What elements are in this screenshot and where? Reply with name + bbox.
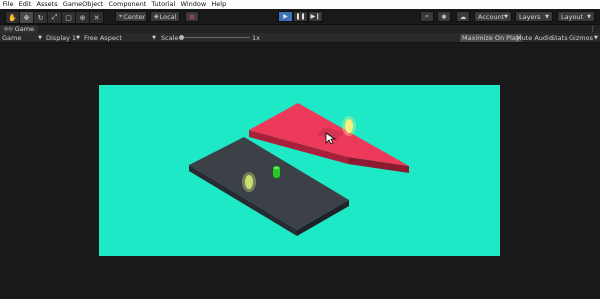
layers-label: Layers: [519, 12, 541, 21]
cloud-button[interactable]: ☁: [456, 11, 470, 22]
gamepad-icon: ◎◎: [4, 26, 13, 32]
menu-component[interactable]: Component: [106, 0, 149, 9]
maximize-label: Maximize On Play: [462, 33, 520, 42]
scale-slider-handle[interactable]: [179, 34, 184, 40]
snap-grid-button[interactable]: ⊞: [185, 11, 199, 22]
collab-button[interactable]: ✺: [437, 11, 451, 22]
aspect-label: Free Aspect: [84, 33, 122, 42]
layers-dropdown[interactable]: Layers ▼: [515, 11, 553, 22]
hand-tool-icon[interactable]: ✋: [6, 12, 20, 23]
menu-edit[interactable]: Edit: [16, 0, 34, 9]
display-dropdown[interactable]: Display 1 ▼: [46, 33, 80, 42]
grid-snap-icon: ⊞: [189, 12, 195, 21]
move-tool-icon[interactable]: ✥: [20, 12, 34, 23]
mode-dropdown[interactable]: Game ▼: [2, 33, 42, 42]
space-local-button[interactable]: ◈ Local: [150, 11, 180, 22]
maximize-on-play-button[interactable]: Maximize On Play: [460, 33, 522, 42]
menu-assets[interactable]: Assets: [34, 0, 60, 9]
center-icon: ⌖: [119, 12, 123, 20]
display-label: Display 1: [46, 33, 77, 42]
game-view-toolbar: Game ▼ Display 1 ▼ Free Aspect ▼ Scale 1…: [0, 33, 600, 43]
mode-label: Game: [2, 33, 22, 42]
search-icon: ⌕: [425, 12, 429, 20]
pivot-center-button[interactable]: ⌖ Center: [115, 11, 147, 22]
main-toolbar: ✋ ✥ ↻ ⤢ ▢ ⊕ ✕ ⌖ Center ◈ Local ⊞ ▶ ❚❚ ▶❙…: [0, 9, 600, 25]
chevron-down-icon: ▼: [152, 34, 156, 41]
scale-slider-track[interactable]: [182, 37, 250, 38]
menu-gameobject[interactable]: GameObject: [60, 0, 106, 9]
space-label: Local: [159, 12, 177, 21]
chevron-down-icon: ▼: [38, 34, 42, 41]
sun-icon: ✺: [441, 12, 447, 21]
chevron-down-icon: ▼: [504, 13, 508, 20]
gizmos-dropdown[interactable]: Gizmos ▼: [567, 34, 600, 42]
cloud-icon: ☁: [459, 12, 467, 21]
chevron-down-icon: ▼: [587, 13, 591, 20]
scale-value: 1x: [252, 33, 260, 42]
account-label: Account: [478, 12, 505, 21]
tab-game[interactable]: ◎◎ Game: [0, 25, 39, 33]
tab-menu-icon[interactable]: ⋮: [590, 25, 597, 33]
chevron-down-icon: ▼: [76, 34, 80, 41]
portal-icon: [342, 116, 356, 136]
play-icon[interactable]: ▶: [278, 11, 293, 22]
rect-tool-icon[interactable]: ▢: [62, 12, 76, 23]
menu-window[interactable]: Window: [178, 0, 209, 9]
portal-icon: [242, 172, 256, 192]
local-icon: ◈: [154, 13, 159, 20]
layout-label: Layout: [561, 12, 584, 21]
custom-tool-icon[interactable]: ✕: [90, 12, 103, 23]
mute-label: Mute Audio: [516, 33, 553, 42]
layout-dropdown[interactable]: Layout ▼: [557, 11, 595, 22]
chevron-down-icon: ▼: [545, 13, 549, 20]
transform-tool-icon[interactable]: ⊕: [76, 12, 90, 23]
pivot-label: Center: [123, 12, 146, 21]
tab-game-label: Game: [14, 25, 35, 33]
player-capsule: [273, 166, 280, 178]
game-render[interactable]: [99, 85, 500, 256]
chevron-down-icon: ▼: [593, 34, 598, 41]
playback-controls: ▶ ❚❚ ▶❙: [278, 11, 323, 22]
pause-icon[interactable]: ❚❚: [293, 11, 308, 22]
rotate-tool-icon[interactable]: ↻: [34, 12, 48, 23]
scale-label: Scale: [161, 33, 179, 42]
account-dropdown[interactable]: Account ▼: [474, 11, 512, 22]
menu-tutorial[interactable]: Tutorial: [149, 0, 178, 9]
scale-tool-icon[interactable]: ⤢: [48, 12, 62, 23]
menu-help[interactable]: Help: [209, 0, 229, 9]
transform-tools: ✋ ✥ ↻ ⤢ ▢ ⊕ ✕: [5, 11, 104, 24]
menu-file[interactable]: File: [0, 0, 16, 9]
menu-bar: File Edit Assets GameObject Component Tu…: [0, 0, 600, 9]
step-icon[interactable]: ▶❙: [308, 11, 323, 22]
tab-bar: ◎◎ Game ⋮: [0, 25, 600, 33]
aspect-dropdown[interactable]: Free Aspect ▼: [84, 33, 156, 42]
stats-label: Stats: [551, 33, 568, 42]
search-button[interactable]: ⌕: [420, 11, 434, 22]
gizmos-label: Gizmos: [569, 33, 593, 42]
